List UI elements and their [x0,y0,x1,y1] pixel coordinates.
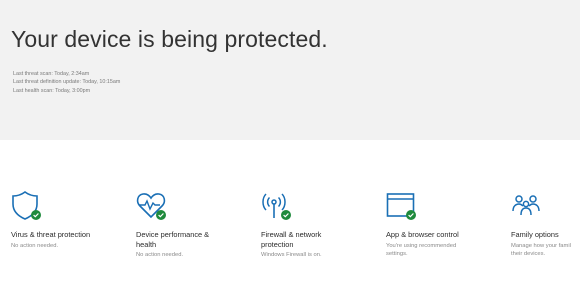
tile-status: Windows Firewall is on. [261,252,322,259]
last-definition-update: Last threat definition update: Today, 10… [13,79,121,86]
page-title: Your device is being protected. [11,26,328,52]
checkmark-icon [156,210,166,220]
tile-title: Firewall & network protection [261,230,322,249]
heart-pulse-icon [136,190,166,220]
tile-app-browser-control[interactable]: App & browser control You're using recom… [386,190,506,259]
tile-title: Family options [511,230,559,239]
checkmark-icon [281,210,291,220]
tile-title: Device performance & health [136,230,210,249]
checkmark-icon [406,210,416,220]
last-threat-scan: Last threat scan: Today, 2:34am [13,71,90,77]
family-icon [511,190,541,220]
tile-status: No action needed. [136,252,184,259]
wireless-signal-icon [261,190,291,220]
tile-title: Virus & threat protection [11,230,91,239]
tile-status: You're using recommended settings. [386,242,457,258]
tile-firewall-network-protection[interactable]: Firewall & network protection Windows Fi… [261,190,381,260]
shield-icon [11,190,41,220]
last-health-scan: Last health scan: Today, 3:00pm [13,87,91,94]
browser-window-icon [386,190,416,220]
tile-family-options[interactable]: Family options Manage how your famil the… [511,190,580,259]
tile-status: Manage how your famil their devices. [511,242,571,258]
checkmark-icon [31,210,41,220]
tile-title: App & browser control [386,230,459,239]
status-hero: Your device is being protected. Last thr… [0,0,580,140]
tile-virus-threat-protection[interactable]: Virus & threat protection No action need… [11,190,131,250]
scan-info: Last threat scan: Today, 2:34am Last thr… [13,70,120,95]
protection-areas: Virus & threat protection No action need… [0,140,580,302]
tile-status: No action needed. [11,242,59,249]
tile-device-performance-health[interactable]: Device performance & health No action ne… [136,190,256,260]
